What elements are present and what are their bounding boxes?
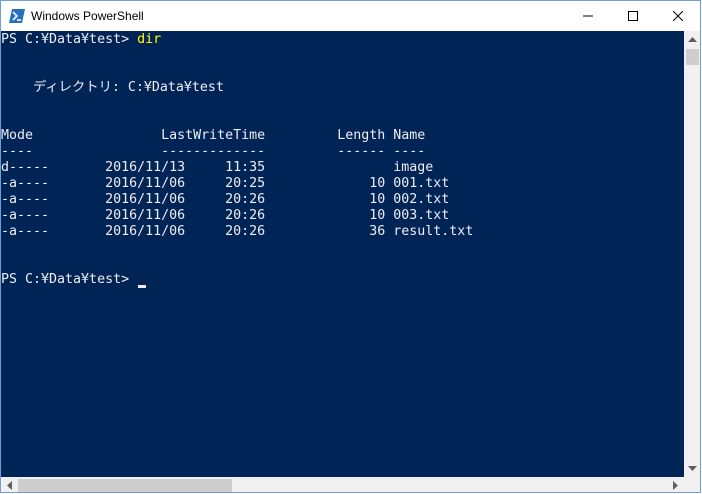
powershell-icon [9,9,25,23]
minimize-icon [583,15,593,17]
command-text: dir [137,32,162,47]
maximize-button[interactable] [610,1,656,31]
prompt: PS C:¥Data¥test> [1,32,138,47]
listing-row: -a---- 2016/11/06 20:26 10 003.txt [1,208,450,223]
scroll-down-icon[interactable] [688,466,697,471]
maximize-icon [628,11,638,21]
prompt: PS C:¥Data¥test> [1,272,138,287]
close-button[interactable] [655,1,700,31]
vertical-scroll-thumb[interactable] [686,49,699,65]
scroll-up-icon[interactable] [688,37,697,42]
minimize-button[interactable] [565,1,611,31]
title-bar[interactable]: Windows PowerShell [1,1,700,31]
console-area[interactable]: PS C:¥Data¥test> dir ディレクトリ: C:¥Data¥tes… [1,31,684,477]
vertical-scrollbar[interactable] [684,31,700,477]
column-header: Mode LastWriteTime Length Name [1,128,426,143]
listing-row: d----- 2016/11/13 11:35 image [1,160,434,175]
text-cursor [138,285,146,288]
window-title: Windows PowerShell [31,9,144,23]
scroll-right-icon[interactable] [673,481,678,490]
horizontal-scrollbar[interactable] [1,477,684,492]
command-line-1: PS C:¥Data¥test> dir [1,32,161,48]
scroll-left-icon[interactable] [7,481,12,490]
listing-row: -a---- 2016/11/06 20:26 10 002.txt [1,192,450,207]
directory-header: ディレクトリ: C:¥Data¥test [1,80,224,95]
listing-row: -a---- 2016/11/06 20:25 10 001.txt [1,176,450,191]
scrollbar-corner [684,477,700,492]
horizontal-scroll-thumb[interactable] [18,479,232,492]
command-line-2: PS C:¥Data¥test> [1,272,137,288]
close-icon [673,11,683,21]
powershell-window: Windows PowerShell PS C:¥Data¥test> dir … [0,0,701,493]
column-underline: ---- ------------- ------ ---- [1,144,426,159]
listing-row: -a---- 2016/11/06 20:26 36 result.txt [1,224,474,239]
